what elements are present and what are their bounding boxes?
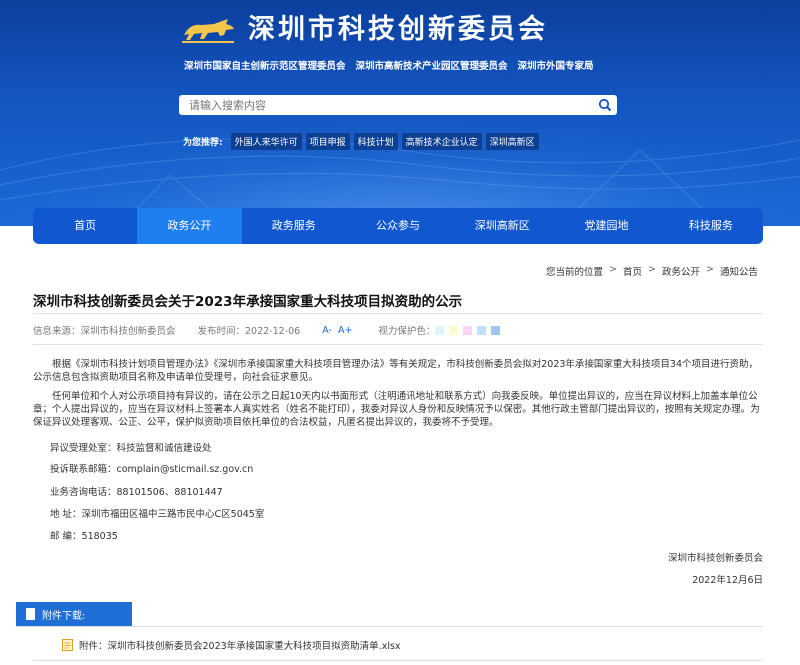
site-title: 深圳市科技创新委员会 (248, 14, 548, 45)
font-increase-button[interactable]: A+ (338, 325, 352, 336)
chevron-right-icon: > (648, 264, 656, 275)
bull-logo-icon (182, 19, 234, 43)
nav-item-public[interactable]: 公众参与 (346, 208, 450, 244)
article-source: 信息来源：深圳市科技创新委员会 (33, 326, 176, 337)
page-title: 深圳市科技创新委员会关于2023年承接国家重大科技项目拟资助的公示 (33, 294, 463, 310)
eye-color-swatch[interactable] (491, 325, 501, 335)
document-icon (26, 608, 35, 620)
attachment-item[interactable]: 附件：深圳市科技创新委员会2023年承接国家重大科技项目拟资助清单.xlsx (62, 638, 401, 652)
nav-item-gov-services[interactable]: 政务服务 (242, 208, 346, 244)
breadcrumb-link[interactable]: 首页 (623, 264, 642, 278)
contact-address: 地 址：深圳市福田区福中三路市民中心C区5045室 (50, 509, 265, 520)
article-body: 根据《深圳市科技计划项目管理办法》《深圳市承接国家重大科技项目管理办法》等有关规… (33, 358, 763, 435)
signature-date: 2022年12月6日 (692, 575, 763, 586)
nav-item-home[interactable]: 首页 (33, 208, 137, 244)
breadcrumb-prefix: 您当前的位置 (546, 267, 604, 278)
site-logo[interactable]: 深圳市科技创新委员会 (180, 12, 548, 48)
eye-color-swatch[interactable] (449, 325, 459, 335)
contact-email: 投诉联系邮箱：complain@sticmail.sz.gov.cn (50, 464, 254, 475)
contact-office: 异议受理处室：科技监督和诚信建设处 (50, 443, 212, 454)
breadcrumb-link[interactable]: 通知公告 (720, 264, 758, 278)
recommend-tag[interactable]: 深圳高新区 (485, 133, 539, 150)
recommend-tag[interactable]: 外国人来华许可 (230, 133, 302, 150)
eye-protect-label: 视力保护色： (378, 326, 436, 337)
article-paragraph: 根据《深圳市科技计划项目管理办法》《深圳市承接国家重大科技项目管理办法》等有关规… (33, 359, 759, 383)
chevron-right-icon: > (609, 264, 618, 275)
recommend-tag[interactable]: 科技计划 (353, 133, 398, 150)
divider (33, 660, 763, 661)
breadcrumb-link[interactable]: 政务公开 (662, 264, 700, 278)
divider (33, 313, 763, 314)
recommend-tag[interactable]: 项目申报 (305, 133, 350, 150)
nav-item-tech-services[interactable]: 科技服务 (659, 208, 763, 244)
article-date: 发布时间：2022-12-06 (197, 326, 301, 337)
search-bar (179, 95, 617, 115)
subtitle-row: 深圳市国家自主创新示范区管理委员会 深圳市高新技术产业园区管理委员会 深圳市外国… (184, 58, 594, 72)
subtitle-2: 深圳市高新技术产业园区管理委员会 (355, 61, 508, 72)
signature-org: 深圳市科技创新委员会 (667, 553, 763, 564)
divider (16, 626, 763, 627)
recommend-label: 为您推荐: (183, 138, 223, 148)
attachment-header: 附件下载: (16, 602, 132, 626)
contact-phone: 业务咨询电话：88101506、88101447 (50, 487, 223, 498)
chevron-right-icon: > (706, 264, 714, 275)
article-paragraph: 任何单位和个人对公示项目持有异议的，请在公示之日起10天内以书面形式（注明通讯地… (33, 391, 760, 428)
recommend-row: 为您推荐: 外国人来华许可 项目申报 科技计划 高新技术企业认定 深圳高新区 (179, 133, 539, 150)
attachment-header-label: 附件下载: (42, 610, 86, 622)
eye-color-swatch[interactable] (463, 325, 473, 335)
font-decrease-button[interactable]: A- (322, 325, 332, 336)
eye-color-swatch[interactable] (435, 325, 445, 335)
recommend-tag[interactable]: 高新技术企业认定 (401, 133, 482, 150)
breadcrumb: 您当前的位置 > 首页 > 政务公开 > 通知公告 (546, 264, 758, 278)
subtitle-1: 深圳市国家自主创新示范区管理委员会 (184, 61, 346, 72)
attachment-link[interactable]: 附件：深圳市科技创新委员会2023年承接国家重大科技项目拟资助清单.xlsx (79, 638, 401, 652)
header-banner: 深圳市科技创新委员会 深圳市国家自主创新示范区管理委员会 深圳市高新技术产业园区… (0, 0, 800, 226)
search-input[interactable] (189, 96, 593, 114)
contact-postcode: 邮 编：518035 (50, 531, 118, 542)
nav-item-gov-affairs[interactable]: 政务公开 (137, 208, 242, 244)
search-icon[interactable] (593, 95, 617, 115)
article-meta: 信息来源：深圳市科技创新委员会 发布时间：2022-12-06 A- A+ 视力… (33, 323, 505, 337)
file-icon (62, 639, 73, 651)
main-nav: 首页 政务公开 政务服务 公众参与 深圳高新区 党建园地 科技服务 (33, 208, 763, 244)
subtitle-3: 深圳市外国专家局 (517, 61, 594, 72)
nav-item-hitech-zone[interactable]: 深圳高新区 (450, 208, 554, 244)
eye-color-swatch[interactable] (477, 325, 487, 335)
divider (33, 344, 763, 345)
nav-item-party[interactable]: 党建园地 (554, 208, 658, 244)
